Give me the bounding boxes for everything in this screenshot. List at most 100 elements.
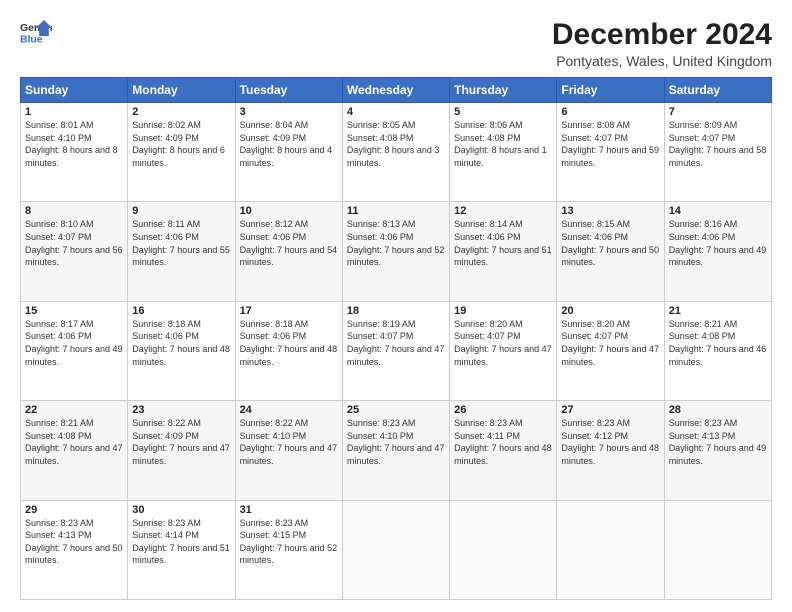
day-number: 9 [132,205,230,217]
title-block: December 2024 Pontyates, Wales, United K… [552,18,772,69]
calendar-cell: 27Sunrise: 8:23 AMSunset: 4:12 PMDayligh… [557,401,664,500]
col-header-wednesday: Wednesday [342,78,449,103]
calendar-table: SundayMondayTuesdayWednesdayThursdayFrid… [20,77,772,600]
calendar-cell [342,500,449,599]
day-number: 1 [25,106,123,118]
day-info: Sunrise: 8:22 AMSunset: 4:09 PMDaylight:… [132,417,230,467]
svg-text:Blue: Blue [20,34,43,45]
page: General Blue December 2024 Pontyates, Wa… [0,0,792,612]
day-info: Sunrise: 8:13 AMSunset: 4:06 PMDaylight:… [347,218,445,268]
day-number: 25 [347,404,445,416]
day-info: Sunrise: 8:23 AMSunset: 4:15 PMDaylight:… [240,517,338,567]
week-row-2: 15Sunrise: 8:17 AMSunset: 4:06 PMDayligh… [21,301,772,400]
calendar-cell: 23Sunrise: 8:22 AMSunset: 4:09 PMDayligh… [128,401,235,500]
calendar-cell: 15Sunrise: 8:17 AMSunset: 4:06 PMDayligh… [21,301,128,400]
day-number: 12 [454,205,552,217]
calendar-cell [557,500,664,599]
calendar-cell: 2Sunrise: 8:02 AMSunset: 4:09 PMDaylight… [128,103,235,202]
calendar-cell: 31Sunrise: 8:23 AMSunset: 4:15 PMDayligh… [235,500,342,599]
day-number: 19 [454,305,552,317]
col-header-monday: Monday [128,78,235,103]
calendar-cell: 22Sunrise: 8:21 AMSunset: 4:08 PMDayligh… [21,401,128,500]
day-info: Sunrise: 8:06 AMSunset: 4:08 PMDaylight:… [454,119,552,169]
day-info: Sunrise: 8:23 AMSunset: 4:13 PMDaylight:… [25,517,123,567]
calendar-cell: 24Sunrise: 8:22 AMSunset: 4:10 PMDayligh… [235,401,342,500]
calendar-cell: 21Sunrise: 8:21 AMSunset: 4:08 PMDayligh… [664,301,771,400]
calendar-cell: 28Sunrise: 8:23 AMSunset: 4:13 PMDayligh… [664,401,771,500]
day-number: 8 [25,205,123,217]
day-number: 14 [669,205,767,217]
col-header-friday: Friday [557,78,664,103]
calendar-cell: 18Sunrise: 8:19 AMSunset: 4:07 PMDayligh… [342,301,449,400]
day-number: 10 [240,205,338,217]
day-number: 5 [454,106,552,118]
calendar-cell [450,500,557,599]
day-info: Sunrise: 8:16 AMSunset: 4:06 PMDaylight:… [669,218,767,268]
day-number: 2 [132,106,230,118]
day-info: Sunrise: 8:17 AMSunset: 4:06 PMDaylight:… [25,318,123,368]
day-number: 20 [561,305,659,317]
calendar-cell: 25Sunrise: 8:23 AMSunset: 4:10 PMDayligh… [342,401,449,500]
calendar-cell: 17Sunrise: 8:18 AMSunset: 4:06 PMDayligh… [235,301,342,400]
header: General Blue December 2024 Pontyates, Wa… [20,18,772,69]
day-number: 17 [240,305,338,317]
day-info: Sunrise: 8:21 AMSunset: 4:08 PMDaylight:… [669,318,767,368]
day-info: Sunrise: 8:01 AMSunset: 4:10 PMDaylight:… [25,119,123,169]
day-info: Sunrise: 8:14 AMSunset: 4:06 PMDaylight:… [454,218,552,268]
day-info: Sunrise: 8:18 AMSunset: 4:06 PMDaylight:… [132,318,230,368]
day-info: Sunrise: 8:20 AMSunset: 4:07 PMDaylight:… [561,318,659,368]
calendar-cell: 10Sunrise: 8:12 AMSunset: 4:06 PMDayligh… [235,202,342,301]
week-row-1: 8Sunrise: 8:10 AMSunset: 4:07 PMDaylight… [21,202,772,301]
day-info: Sunrise: 8:12 AMSunset: 4:06 PMDaylight:… [240,218,338,268]
calendar-cell: 20Sunrise: 8:20 AMSunset: 4:07 PMDayligh… [557,301,664,400]
day-info: Sunrise: 8:11 AMSunset: 4:06 PMDaylight:… [132,218,230,268]
calendar-header-row: SundayMondayTuesdayWednesdayThursdayFrid… [21,78,772,103]
calendar-cell: 16Sunrise: 8:18 AMSunset: 4:06 PMDayligh… [128,301,235,400]
week-row-3: 22Sunrise: 8:21 AMSunset: 4:08 PMDayligh… [21,401,772,500]
logo-icon: General Blue [20,18,52,46]
calendar-cell: 29Sunrise: 8:23 AMSunset: 4:13 PMDayligh… [21,500,128,599]
day-info: Sunrise: 8:15 AMSunset: 4:06 PMDaylight:… [561,218,659,268]
day-info: Sunrise: 8:21 AMSunset: 4:08 PMDaylight:… [25,417,123,467]
day-info: Sunrise: 8:05 AMSunset: 4:08 PMDaylight:… [347,119,445,169]
day-number: 26 [454,404,552,416]
day-number: 15 [25,305,123,317]
week-row-0: 1Sunrise: 8:01 AMSunset: 4:10 PMDaylight… [21,103,772,202]
main-title: December 2024 [552,18,772,51]
calendar-cell: 7Sunrise: 8:09 AMSunset: 4:07 PMDaylight… [664,103,771,202]
day-number: 11 [347,205,445,217]
calendar-cell: 9Sunrise: 8:11 AMSunset: 4:06 PMDaylight… [128,202,235,301]
logo: General Blue [20,18,52,46]
day-info: Sunrise: 8:20 AMSunset: 4:07 PMDaylight:… [454,318,552,368]
day-number: 31 [240,504,338,516]
col-header-sunday: Sunday [21,78,128,103]
day-info: Sunrise: 8:10 AMSunset: 4:07 PMDaylight:… [25,218,123,268]
day-number: 4 [347,106,445,118]
day-info: Sunrise: 8:19 AMSunset: 4:07 PMDaylight:… [347,318,445,368]
day-info: Sunrise: 8:22 AMSunset: 4:10 PMDaylight:… [240,417,338,467]
calendar-cell: 19Sunrise: 8:20 AMSunset: 4:07 PMDayligh… [450,301,557,400]
day-number: 3 [240,106,338,118]
day-number: 29 [25,504,123,516]
day-number: 27 [561,404,659,416]
day-info: Sunrise: 8:08 AMSunset: 4:07 PMDaylight:… [561,119,659,169]
day-info: Sunrise: 8:23 AMSunset: 4:12 PMDaylight:… [561,417,659,467]
day-number: 21 [669,305,767,317]
calendar-cell: 5Sunrise: 8:06 AMSunset: 4:08 PMDaylight… [450,103,557,202]
day-info: Sunrise: 8:02 AMSunset: 4:09 PMDaylight:… [132,119,230,169]
calendar-cell: 14Sunrise: 8:16 AMSunset: 4:06 PMDayligh… [664,202,771,301]
col-header-thursday: Thursday [450,78,557,103]
week-row-4: 29Sunrise: 8:23 AMSunset: 4:13 PMDayligh… [21,500,772,599]
day-info: Sunrise: 8:23 AMSunset: 4:13 PMDaylight:… [669,417,767,467]
col-header-saturday: Saturday [664,78,771,103]
calendar-cell: 1Sunrise: 8:01 AMSunset: 4:10 PMDaylight… [21,103,128,202]
calendar-cell: 11Sunrise: 8:13 AMSunset: 4:06 PMDayligh… [342,202,449,301]
calendar-cell: 8Sunrise: 8:10 AMSunset: 4:07 PMDaylight… [21,202,128,301]
day-number: 16 [132,305,230,317]
day-number: 22 [25,404,123,416]
calendar-cell: 13Sunrise: 8:15 AMSunset: 4:06 PMDayligh… [557,202,664,301]
day-info: Sunrise: 8:23 AMSunset: 4:11 PMDaylight:… [454,417,552,467]
calendar-cell: 26Sunrise: 8:23 AMSunset: 4:11 PMDayligh… [450,401,557,500]
subtitle: Pontyates, Wales, United Kingdom [552,53,772,69]
day-number: 23 [132,404,230,416]
